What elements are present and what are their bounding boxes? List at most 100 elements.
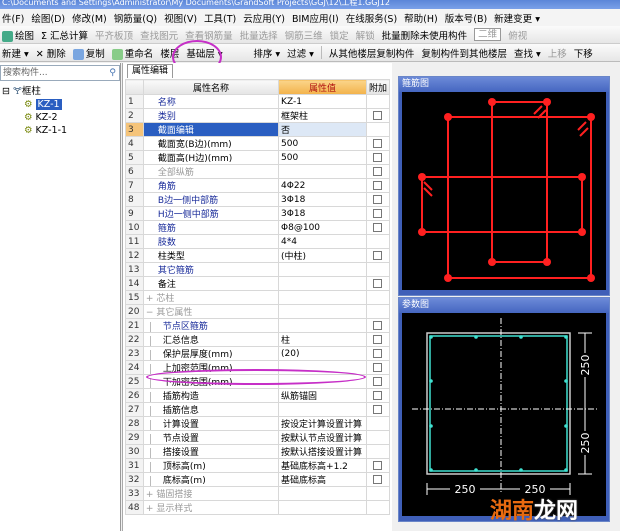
property-value[interactable]: 基础底标高 [278,472,367,487]
extra-checkbox[interactable] [373,208,383,218]
menu-item[interactable]: 版本号(B) [445,11,487,25]
property-row[interactable]: 28 计算设置 按设定计算设置计算 [125,416,391,431]
property-value[interactable] [278,276,367,291]
property-row[interactable]: 1 名称 KZ-1 [125,94,391,109]
property-value[interactable]: 500 [278,136,367,151]
menu-item[interactable]: 件(F) [2,11,24,25]
property-value[interactable] [278,500,367,515]
lock-button[interactable]: 锁定 [330,28,349,42]
property-value[interactable]: 按默认节点设置计算 [278,430,367,445]
property-value[interactable]: 按设定计算设置计算 [278,416,367,431]
property-row[interactable]: 23 保护层厚度(mm) (20) [125,346,391,361]
extra-checkbox[interactable] [373,250,383,260]
property-row[interactable]: 22 汇总信息 柱 [125,332,391,347]
copy-from-floor-button[interactable]: 从其他楼层复制构件 [329,46,415,60]
extra-checkbox[interactable] [373,194,383,204]
property-value[interactable]: 否 [278,122,367,137]
move-down-button[interactable]: 下移 [574,46,593,60]
extra-checkbox[interactable] [373,320,383,330]
property-value[interactable]: 4Φ22 [278,178,367,193]
extra-checkbox[interactable] [373,376,383,386]
property-row[interactable]: 21 节点区箍筋 [125,318,391,333]
property-value[interactable] [278,486,367,501]
property-value[interactable] [278,290,367,305]
extra-checkbox[interactable] [373,166,383,176]
copy-button[interactable]: 复制 [72,46,105,60]
property-row[interactable]: 14 备注 [125,276,391,291]
property-row[interactable]: 8 B边一侧中部筋 3Φ18 [125,192,391,207]
search-input[interactable]: 搜索构件... ⚲ [0,65,120,81]
property-value[interactable]: 3Φ18 [278,206,367,221]
property-row[interactable]: 9 H边一侧中部筋 3Φ18 [125,206,391,221]
menu-item[interactable]: 在线服务(S) [346,11,397,25]
property-value[interactable]: 基础底标高+1.2 [278,458,367,473]
extra-checkbox[interactable] [373,152,383,162]
new-button[interactable]: 新建 ▾ [2,46,29,60]
property-value[interactable]: 500 [278,150,367,165]
property-row[interactable]: 12 柱类型 (中柱) [125,248,391,263]
menu-item[interactable]: 新建变更 ▾ [494,11,540,25]
property-value[interactable] [278,262,367,277]
property-value[interactable]: 4*4 [278,234,367,249]
property-row[interactable]: 2 类别 框架柱 [125,108,391,123]
menu-item[interactable]: 钢筋量(Q) [114,11,157,25]
property-row[interactable]: 10 箍筋 Φ8@100 [125,220,391,235]
menu-item[interactable]: 帮助(H) [404,11,438,25]
find-element-button[interactable]: 查找图元 [140,28,178,42]
tree-item[interactable]: ⚙ KZ-2 [2,111,67,124]
property-row[interactable]: 31 顶标高(m) 基础底标高+1.2 [125,458,391,473]
extra-checkbox[interactable] [373,138,383,148]
view-2d-select[interactable]: 二维 [474,28,502,41]
move-up-button[interactable]: 上移 [548,46,567,60]
extra-checkbox[interactable] [373,474,383,484]
delete-button[interactable]: ✕ 删除 [36,46,66,60]
extra-checkbox[interactable] [373,180,383,190]
search-icon[interactable]: ⚲ [109,66,116,80]
tree-item[interactable]: ⚙ KZ-1 [2,98,67,111]
extra-checkbox[interactable] [373,390,383,400]
menu-item[interactable]: 工具(T) [204,11,236,25]
property-value[interactable]: (中柱) [278,248,367,263]
property-row[interactable]: 33 + 锚固搭接 [125,486,391,501]
menu-item[interactable]: 修改(M) [72,11,107,25]
property-row[interactable]: 3 截面编辑 否 [125,122,391,137]
menu-item[interactable]: BIM应用(I) [292,11,339,25]
property-value[interactable] [278,304,367,319]
extra-checkbox[interactable] [373,404,383,414]
unlock-button[interactable]: 解锁 [356,28,375,42]
draw-button[interactable]: 绘图 [2,28,34,42]
property-row[interactable]: 15 + 芯柱 [125,290,391,305]
property-row[interactable]: 29 节点设置 按默认节点设置计算 [125,430,391,445]
property-row[interactable]: 11 肢数 4*4 [125,234,391,249]
property-row[interactable]: 26 插筋构造 纵筋锚固 [125,388,391,403]
extra-checkbox[interactable] [373,362,383,372]
menu-item[interactable]: 云应用(Y) [243,11,285,25]
property-value[interactable] [278,164,367,179]
property-value[interactable]: Φ8@100 [278,220,367,235]
property-row[interactable]: 5 截面高(H边)(mm) 500 [125,150,391,165]
extra-checkbox[interactable] [373,334,383,344]
property-row[interactable]: 13 其它箍筋 [125,262,391,277]
top-view-button[interactable]: 俯视 [508,28,527,42]
property-row[interactable]: 30 搭接设置 按默认搭接设置计算 [125,444,391,459]
filter-button[interactable]: 过滤 ▾ [287,46,314,60]
batch-delete-unused-button[interactable]: 批量删除未使用构件 [382,28,468,42]
menu-item[interactable]: 绘图(D) [31,11,65,25]
tree-item[interactable]: ⚙ KZ-1-1 [2,124,67,137]
property-value[interactable]: KZ-1 [278,94,367,109]
property-row[interactable]: 4 截面宽(B边)(mm) 500 [125,136,391,151]
extra-checkbox[interactable] [373,278,383,288]
find-button[interactable]: 查找 ▾ [514,46,541,60]
property-row[interactable]: 48 + 显示样式 [125,500,391,515]
menu-item[interactable]: 视图(V) [164,11,197,25]
property-value[interactable]: 框架柱 [278,108,367,123]
property-row[interactable]: 7 角筋 4Φ22 [125,178,391,193]
property-row[interactable]: 20− 其它属性 [125,304,391,319]
sum-calc-button[interactable]: Σ 汇总计算 [41,28,88,42]
property-value[interactable]: 3Φ18 [278,192,367,207]
tree-root[interactable]: ⊟ 🝖框柱 [2,85,67,98]
batch-select-button[interactable]: 批量选择 [240,28,278,42]
extra-checkbox[interactable] [373,110,383,120]
property-value[interactable]: (20) [278,346,367,361]
sort-button[interactable]: 排序 ▾ [253,46,280,60]
